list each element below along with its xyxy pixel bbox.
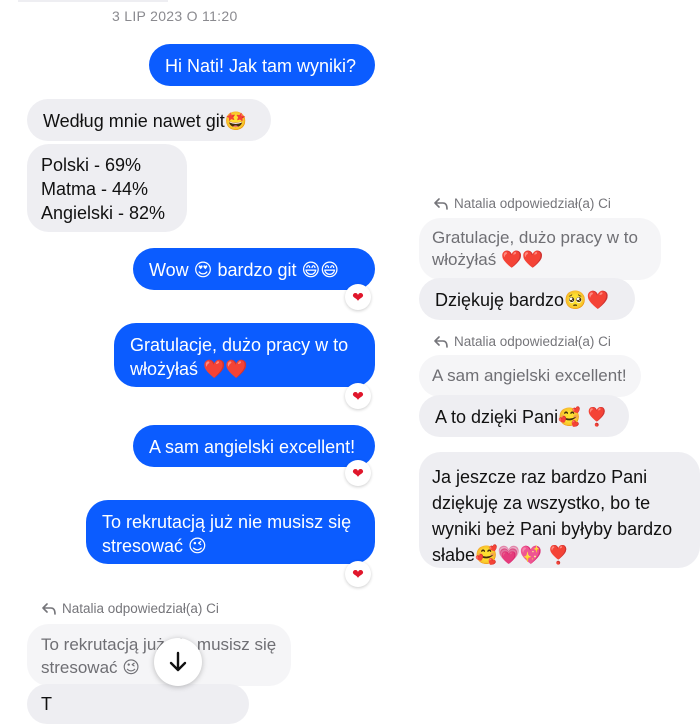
top-divider (18, 0, 168, 2)
heart-reaction-icon[interactable]: ❤ (345, 284, 371, 310)
reply-indicator-text: Natalia odpowiedział(a) Ci (454, 196, 611, 211)
outgoing-message-greeting[interactable]: Hi Nati! Jak tam wyniki? (149, 44, 375, 86)
scroll-to-bottom-button[interactable] (154, 638, 202, 686)
reply-indicator: Natalia odpowiedział(a) Ci (434, 334, 611, 349)
conversation-timestamp: 3 LIP 2023 O 11:20 (112, 8, 238, 24)
reply-indicator-text: Natalia odpowiedział(a) Ci (454, 334, 611, 349)
reply-arrow-icon (42, 602, 56, 615)
heart-reaction-icon[interactable]: ❤ (345, 460, 371, 486)
outgoing-message-recruitment[interactable]: To rekrutacją już nie musisz się stresow… (86, 500, 375, 564)
result-line-polski: Polski - 69% (41, 155, 142, 175)
incoming-message-final[interactable]: Ja jeszcze raz bardzo Pani dziękuję za w… (419, 452, 700, 568)
incoming-message-results[interactable]: Polski - 69% Matma - 44% Angielski - 82% (27, 144, 187, 232)
result-line-matma: Matma - 44% (41, 179, 149, 199)
quoted-message[interactable]: Gratulacje, dużo pracy w to włożyłaś ❤️❤… (419, 218, 661, 280)
reply-indicator-text: Natalia odpowiedział(a) Ci (62, 601, 219, 616)
result-line-angielski: Angielski - 82% (41, 203, 166, 223)
reply-indicator: Natalia odpowiedział(a) Ci (42, 601, 219, 616)
arrow-down-icon (169, 651, 187, 672)
reply-arrow-icon (434, 335, 448, 348)
incoming-message-thanks[interactable]: Dziękuję bardzo🥺❤️ (419, 278, 635, 320)
heart-reaction-icon[interactable]: ❤ (345, 561, 371, 587)
quoted-message[interactable]: A sam angielski excellent! (419, 355, 641, 397)
incoming-message-thanks-pani[interactable]: A to dzięki Pani🥰 ❣️ (419, 395, 629, 437)
outgoing-message-congrats[interactable]: Gratulacje, dużo pracy w to włożyłaś ❤️❤… (114, 323, 375, 387)
reply-arrow-icon (434, 197, 448, 210)
incoming-message-opinion[interactable]: Według mnie nawet git🤩 (27, 99, 271, 141)
outgoing-message-english[interactable]: A sam angielski excellent! (133, 425, 375, 467)
heart-reaction-icon[interactable]: ❤ (345, 383, 371, 409)
incoming-message-partial[interactable]: T (27, 684, 249, 724)
reply-indicator: Natalia odpowiedział(a) Ci (434, 196, 611, 211)
outgoing-message-wow[interactable]: Wow 😍 bardzo git 😄😄 (133, 248, 375, 290)
